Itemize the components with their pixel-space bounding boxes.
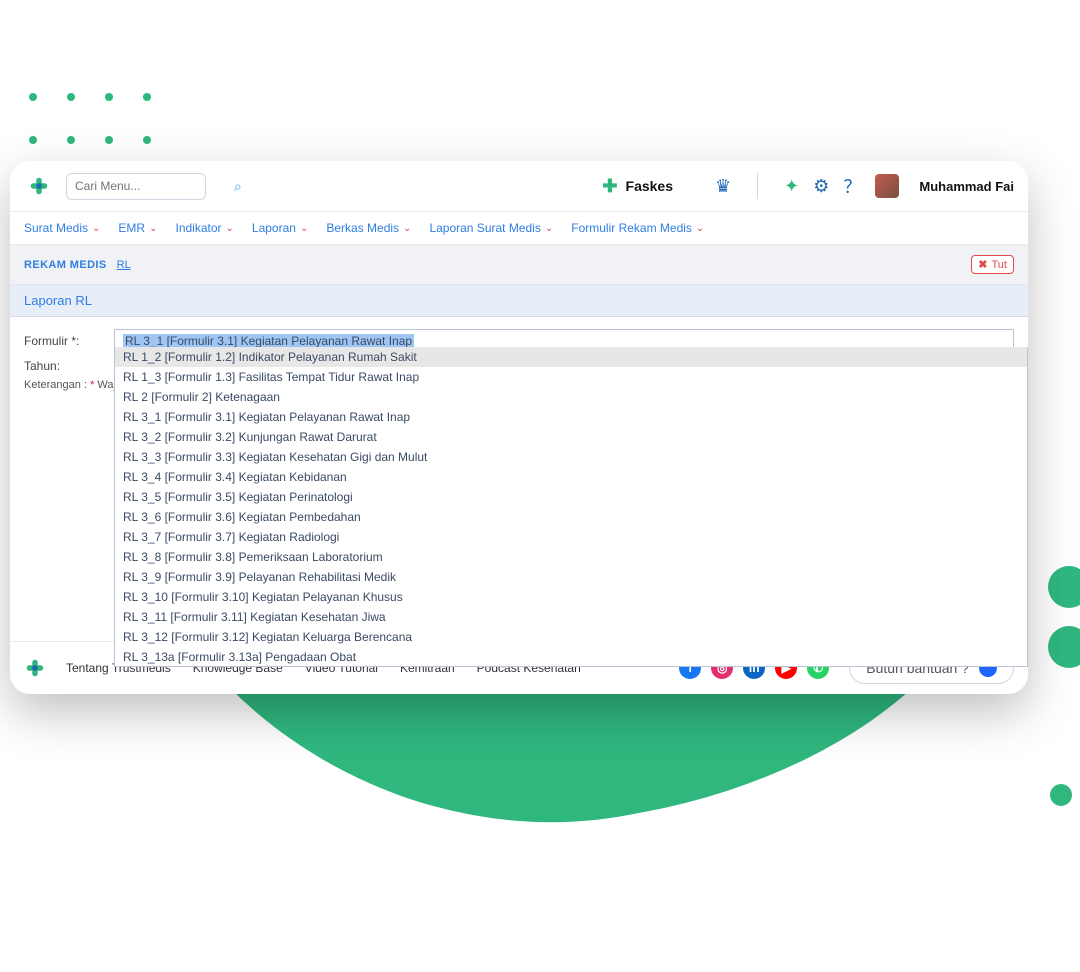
dropdown-option[interactable]: RL 3_11 [Formulir 3.11] Kegiatan Kesehat… <box>115 607 1027 627</box>
dropdown-option[interactable]: RL 3_8 [Formulir 3.8] Pemeriksaan Labora… <box>115 547 1027 567</box>
close-panel-button[interactable]: ✖ Tut <box>971 255 1014 274</box>
dropdown-option[interactable]: RL 3_13a [Formulir 3.13a] Pengadaan Obat <box>115 647 1027 667</box>
faskes-label[interactable]: ✚ Faskes <box>602 176 673 197</box>
dropdown-option[interactable]: RL 3_12 [Formulir 3.12] Kegiatan Keluarg… <box>115 627 1027 647</box>
chevron-down-icon: ⌄ <box>149 223 157 234</box>
search-input-wrap[interactable]: ⌕ <box>66 173 206 200</box>
dropdown-option[interactable]: RL 3_4 [Formulir 3.4] Kegiatan Kebidanan <box>115 467 1027 487</box>
chevron-down-icon: ⌄ <box>226 223 234 234</box>
help-icon[interactable]: ？ <box>843 173 861 199</box>
chevron-down-icon: ⌄ <box>403 223 411 234</box>
dropdown-option[interactable]: RL 1_2 [Formulir 1.2] Indikator Pelayana… <box>115 347 1027 367</box>
tahun-label: Tahun: <box>24 359 114 373</box>
dropdown-option[interactable]: RL 1_3 [Formulir 1.3] Fasilitas Tempat T… <box>115 367 1027 387</box>
dropdown-option[interactable]: RL 3_6 [Formulir 3.6] Kegiatan Pembedaha… <box>115 507 1027 527</box>
breadcrumb-row: REKAM MEDIS RL ✖ Tut <box>10 245 1028 285</box>
form-body: Formulir *: RL 3_1 [Formulir 3.1] Kegiat… <box>10 317 1028 397</box>
tab-laporan-surat-medis[interactable]: Laporan Surat Medis ⌄ <box>429 221 553 235</box>
gear-icon[interactable]: ⚙ <box>813 176 829 197</box>
chevron-down-icon: ⌄ <box>92 223 100 234</box>
dropdown-option[interactable]: RL 2 [Formulir 2] Ketenagaan <box>115 387 1027 407</box>
faskes-cross-icon: ✚ <box>602 176 617 197</box>
chevron-down-icon: ⌄ <box>545 223 553 234</box>
logo-mark-icon <box>28 175 50 197</box>
search-icon: ⌕ <box>234 178 242 195</box>
close-label: Tut <box>992 259 1008 271</box>
header-bar: ⌕ ✚ Faskes ♛ ✦ ⚙ ？ Muhammad Fai <box>10 161 1028 212</box>
tab-emr[interactable]: EMR ⌄ <box>118 221 157 235</box>
dropdown-option[interactable]: RL 3_3 [Formulir 3.3] Kegiatan Kesehatan… <box>115 447 1027 467</box>
tab-indikator[interactable]: Indikator ⌄ <box>175 221 233 235</box>
panel-title: Laporan RL <box>10 285 1028 317</box>
header-icons: ♛ ✦ ⚙ ？ Muhammad Fai <box>715 173 1014 199</box>
formulir-selected-value: RL 3_1 [Formulir 3.1] Kegiatan Pelayanan… <box>123 334 414 348</box>
chevron-down-icon: ⌄ <box>300 223 308 234</box>
decor-circle-2 <box>1048 626 1080 668</box>
decor-circle-1 <box>1048 566 1080 608</box>
breadcrumb-sub[interactable]: RL <box>117 259 131 271</box>
puzzle-icon[interactable]: ✦ <box>784 176 799 197</box>
app-logo <box>24 171 54 201</box>
footer-logo-icon <box>24 657 46 679</box>
keterangan-prefix: Keterangan : <box>24 379 90 391</box>
nav-tabs: Surat Medis ⌄ EMR ⌄ Indikator ⌄ Laporan ⌄ Be… <box>10 212 1028 245</box>
avatar[interactable] <box>875 174 899 198</box>
crown-icon[interactable]: ♛ <box>715 176 731 197</box>
chevron-down-icon: ⌄ <box>696 223 704 234</box>
app-window: ⌕ ✚ Faskes ♛ ✦ ⚙ ？ Muhammad Fai Surat Me… <box>10 161 1028 694</box>
faskes-text: Faskes <box>626 178 673 194</box>
dropdown-option[interactable]: RL 3_5 [Formulir 3.5] Kegiatan Perinatol… <box>115 487 1027 507</box>
dropdown-option[interactable]: RL 3_9 [Formulir 3.9] Pelayanan Rehabili… <box>115 567 1027 587</box>
tab-berkas-medis[interactable]: Berkas Medis ⌄ <box>326 221 411 235</box>
dropdown-option[interactable]: RL 3_2 [Formulir 3.2] Kunjungan Rawat Da… <box>115 427 1027 447</box>
tab-formulir-rekam-medis[interactable]: Formulir Rekam Medis ⌄ <box>571 221 704 235</box>
dropdown-option[interactable]: RL 3_1 [Formulir 3.1] Kegiatan Pelayanan… <box>115 407 1027 427</box>
breadcrumb-main[interactable]: REKAM MEDIS <box>24 259 107 271</box>
dropdown-option[interactable]: RL 3_7 [Formulir 3.7] Kegiatan Radiologi <box>115 527 1027 547</box>
footer-logo <box>24 657 46 679</box>
username-label: Muhammad Fai <box>919 179 1014 194</box>
dropdown-option[interactable]: RL 3_10 [Formulir 3.10] Kegiatan Pelayan… <box>115 587 1027 607</box>
formulir-dropdown[interactable]: RL 1_2 [Formulir 1.2] Indikator Pelayana… <box>114 347 1028 667</box>
formulir-label: Formulir *: <box>24 334 114 348</box>
search-input[interactable] <box>75 179 230 193</box>
header-divider <box>757 173 758 199</box>
close-icon: ✖ <box>978 258 987 271</box>
tab-laporan[interactable]: Laporan ⌄ <box>252 221 308 235</box>
tab-surat-medis[interactable]: Surat Medis ⌄ <box>24 221 100 235</box>
decor-circle-3 <box>1050 784 1072 806</box>
